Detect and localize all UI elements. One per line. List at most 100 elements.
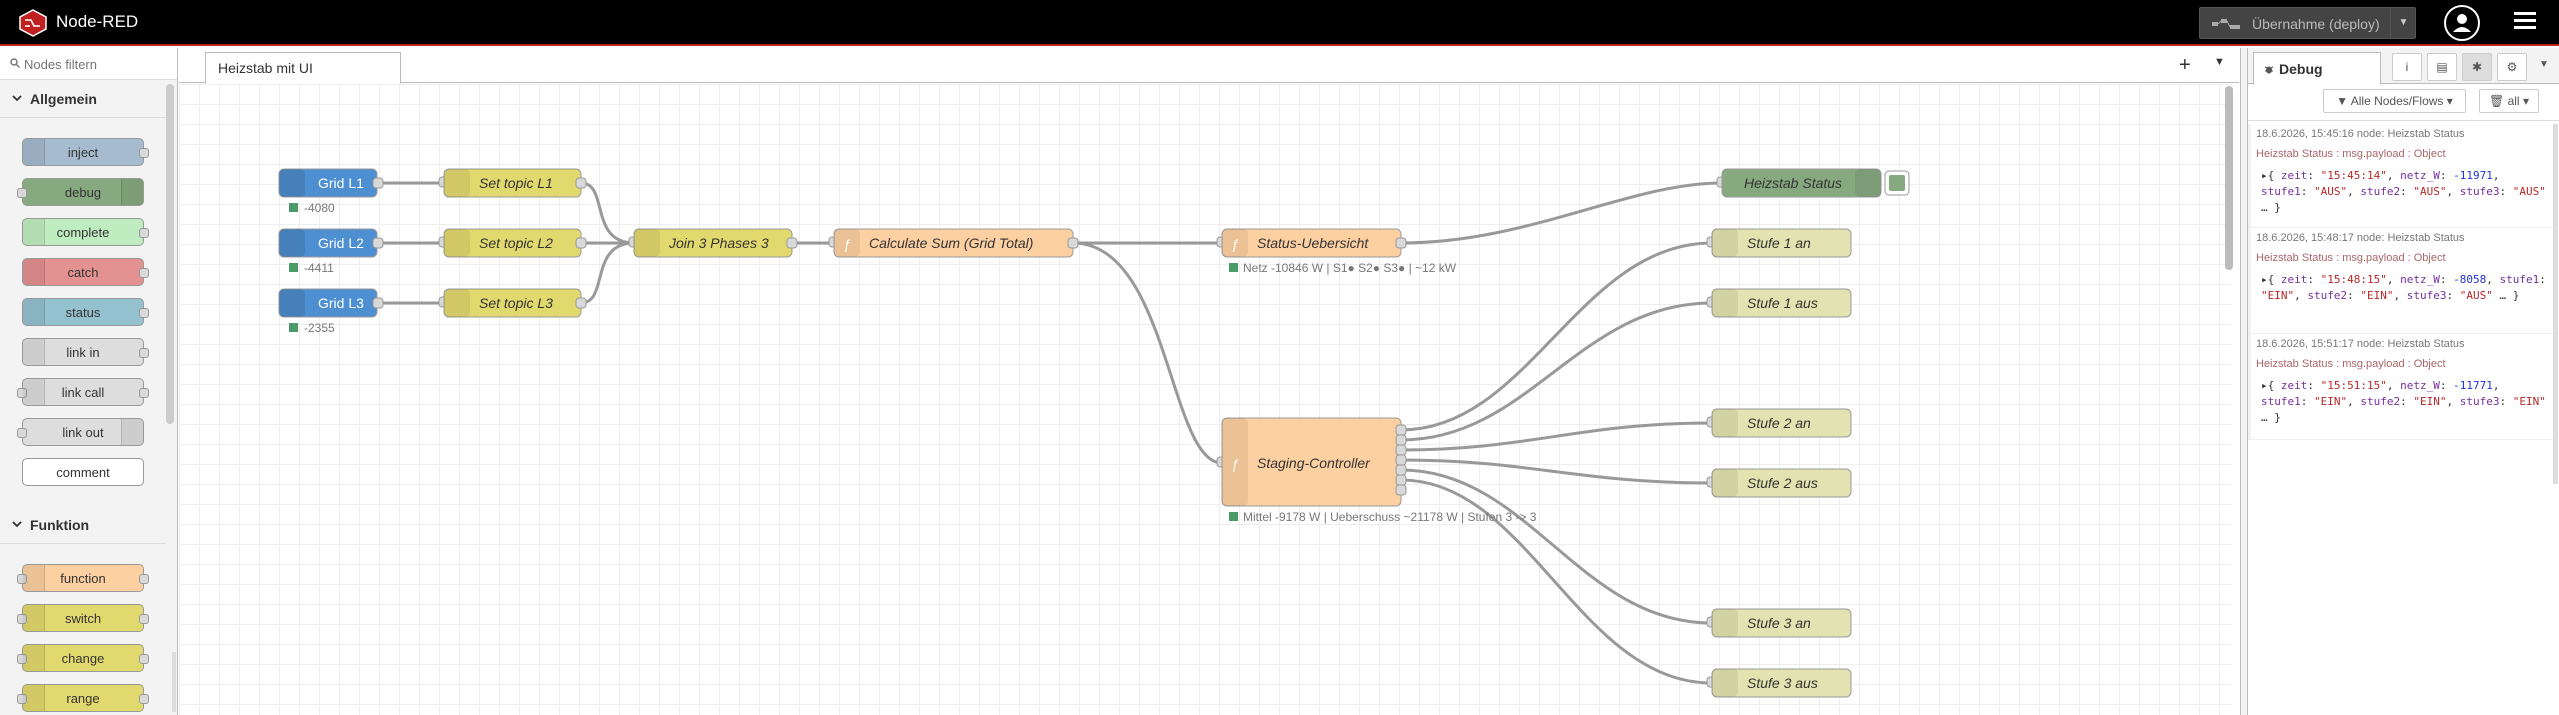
node-stufe-3-an[interactable]: Stufe 3 an	[1706, 608, 1852, 638]
sidebar-menu-caret-icon[interactable]: ▼	[2539, 59, 2549, 70]
add-flow-icon[interactable]: +	[2179, 54, 2191, 77]
node-status-uebersicht[interactable]: ƒ Status-Uebersicht Netz -10846 W | S1● …	[1216, 228, 1457, 275]
wire[interactable]	[1400, 301, 1713, 442]
expand-caret-icon: ▸	[2261, 169, 2268, 182]
message-payload[interactable]: ▸{ zeit: "15:51:15", netz_W: -11771, stu…	[2261, 378, 2551, 426]
bug-icon	[2264, 66, 2274, 74]
main-menu-icon[interactable]	[2514, 12, 2536, 32]
node-set-topic-l3[interactable]: Set topic L3	[438, 288, 587, 318]
node-label: Stufe 1 aus	[1747, 295, 1818, 311]
node-status: -2355	[304, 321, 335, 335]
flow-list-caret-icon[interactable]: ▼	[2214, 56, 2225, 68]
palette-node-label: debug	[64, 185, 102, 200]
sidebar-resize-handle[interactable]	[2240, 48, 2248, 715]
wire[interactable]	[1400, 181, 1723, 245]
category-funktion[interactable]: Funktion	[0, 506, 166, 544]
function-icon: ƒ	[843, 236, 851, 252]
debug-sidebar: Debug i ▤ ✱ ⚙ ▼ ▼ Alle Nodes/Flows ▾ 🗑 a…	[2248, 48, 2559, 715]
node-heizstab-status[interactable]: Heizstab Status	[1716, 168, 1910, 198]
node-grid-l2[interactable]: Grid L2 -4411	[278, 228, 384, 275]
wire[interactable]	[1400, 468, 1713, 625]
palette-node-range[interactable]: range	[17, 684, 149, 712]
palette-filter-input[interactable]	[24, 54, 169, 74]
palette-node-function[interactable]: function	[17, 564, 149, 592]
wire[interactable]	[580, 241, 635, 305]
palette-node-catch[interactable]: catch	[22, 258, 149, 286]
debug-message[interactable]: 18.6.2026, 15:45:16 node: Heizstab Statu…	[2248, 124, 2553, 228]
clear-label: all	[2507, 94, 2520, 108]
palette-node-label: switch	[64, 611, 102, 626]
palette-node-label: complete	[56, 225, 110, 240]
filter-nodes-button[interactable]: ▼ Alle Nodes/Flows ▾	[2323, 89, 2466, 113]
user-avatar-icon[interactable]	[2444, 5, 2480, 41]
node-stufe-1-aus[interactable]: Stufe 1 aus	[1706, 288, 1852, 318]
header-bar: Node-RED Übernahme (deploy) ▼	[0, 0, 2559, 46]
tab-debug[interactable]: Debug	[2253, 52, 2381, 85]
debug-message[interactable]: 18.6.2026, 15:48:17 node: Heizstab Statu…	[2248, 228, 2553, 334]
canvas-scrollbar[interactable]	[2225, 86, 2233, 270]
wires	[376, 181, 1723, 685]
node-stufe-2-an[interactable]: Stufe 2 an	[1706, 408, 1852, 438]
message-meta: 18.6.2026, 15:45:16 node: Heizstab Statu…	[2256, 128, 2465, 140]
palette-node-label: catch	[67, 265, 99, 280]
palette-node-link-call[interactable]: link call	[17, 378, 149, 406]
flow-canvas[interactable]: Grid L1 -4080 Grid L2 -4411 Grid L3 -235…	[179, 84, 2232, 715]
link-out-icon	[121, 419, 143, 445]
node-stufe-2-aus[interactable]: Stufe 2 aus	[1706, 468, 1852, 498]
palette-node-label: link in	[66, 345, 100, 360]
node-calculate-sum[interactable]: ƒ Calculate Sum (Grid Total)	[828, 228, 1079, 258]
message-payload[interactable]: ▸{ zeit: "15:45:14", netz_W: -11971, stu…	[2261, 168, 2551, 216]
palette-node-switch[interactable]: switch	[17, 604, 149, 632]
node-grid-l3[interactable]: Grid L3 -2355	[278, 288, 384, 335]
expand-caret-icon: ▸	[2261, 379, 2268, 392]
deploy-button[interactable]: Übernahme (deploy) ▼	[2199, 7, 2416, 39]
palette-node-comment[interactable]: comment	[22, 458, 144, 486]
tab-heizstab-mit-ui[interactable]: Heizstab mit UI	[205, 52, 401, 84]
palette-node-label: change	[61, 651, 105, 666]
debug-message[interactable]: 18.6.2026, 15:51:17 node: Heizstab Statu…	[2248, 334, 2553, 440]
wire[interactable]	[580, 181, 635, 245]
node-stufe-3-aus[interactable]: Stufe 3 aus	[1706, 668, 1852, 698]
message-topic: Heizstab Status : msg.payload : Object	[2256, 358, 2446, 370]
node-label: Set topic L3	[479, 295, 553, 311]
palette-search	[0, 48, 177, 80]
chevron-down-icon: ▾	[2522, 94, 2529, 108]
wire[interactable]	[1400, 458, 1713, 485]
debug-tab-bug-icon[interactable]: ✱	[2462, 53, 2492, 81]
category-allgemein[interactable]: Allgemein	[0, 80, 166, 118]
node-set-topic-l1[interactable]: Set topic L1	[438, 168, 587, 198]
change-icon	[23, 645, 45, 671]
palette-node-link-out[interactable]: link out	[17, 418, 144, 446]
wire[interactable]	[1072, 241, 1223, 465]
palette-scrollbar-lower[interactable]	[172, 652, 176, 712]
clear-debug-button[interactable]: 🗑 all ▾	[2479, 89, 2539, 113]
node-staging-controller[interactable]: ƒ Staging-Controller Mittel -9178 W | Ue…	[1216, 417, 1537, 524]
deploy-menu-caret-icon[interactable]: ▼	[2390, 8, 2416, 38]
node-set-topic-l2[interactable]: Set topic L2	[438, 228, 587, 258]
node-stufe-1-an[interactable]: Stufe 1 an	[1706, 228, 1852, 258]
node-status: Netz -10846 W | S1● S2● S3● | ~12 kW	[1243, 261, 1457, 275]
palette-node-inject[interactable]: inject	[22, 138, 149, 166]
sidebar-scrollbar[interactable]	[2553, 124, 2558, 484]
message-topic: Heizstab Status : msg.payload : Object	[2256, 252, 2446, 264]
node-join[interactable]: Join 3 Phases 3	[628, 228, 798, 258]
info-icon[interactable]: i	[2392, 53, 2422, 81]
palette-node-label: range	[66, 691, 100, 706]
palette-node-link-in[interactable]: link in	[22, 338, 149, 366]
node-label: Stufe 3 an	[1747, 615, 1811, 631]
palette-node-complete[interactable]: complete	[22, 218, 149, 246]
palette-node-status[interactable]: status	[22, 298, 149, 326]
palette-node-change[interactable]: change	[17, 644, 149, 672]
node-label: Stufe 1 an	[1747, 235, 1811, 251]
node-grid-l1[interactable]: Grid L1 -4080	[278, 168, 384, 215]
palette-scrollbar[interactable]	[166, 84, 174, 424]
palette-node-debug[interactable]: debug	[17, 178, 144, 206]
message-payload[interactable]: ▸{ zeit: "15:48:15", netz_W: -8058, stuf…	[2261, 272, 2551, 304]
wire[interactable]	[1400, 421, 1713, 452]
message-meta: 18.6.2026, 15:51:17 node: Heizstab Statu…	[2256, 338, 2465, 350]
book-icon[interactable]: ▤	[2427, 53, 2457, 81]
debug-toolbar: ▼ Alle Nodes/Flows ▾ 🗑 all ▾	[2248, 85, 2559, 121]
chevron-down-icon: ▾	[2446, 94, 2453, 108]
node-label: Status-Uebersicht	[1257, 235, 1369, 251]
gear-icon[interactable]: ⚙	[2497, 53, 2527, 81]
